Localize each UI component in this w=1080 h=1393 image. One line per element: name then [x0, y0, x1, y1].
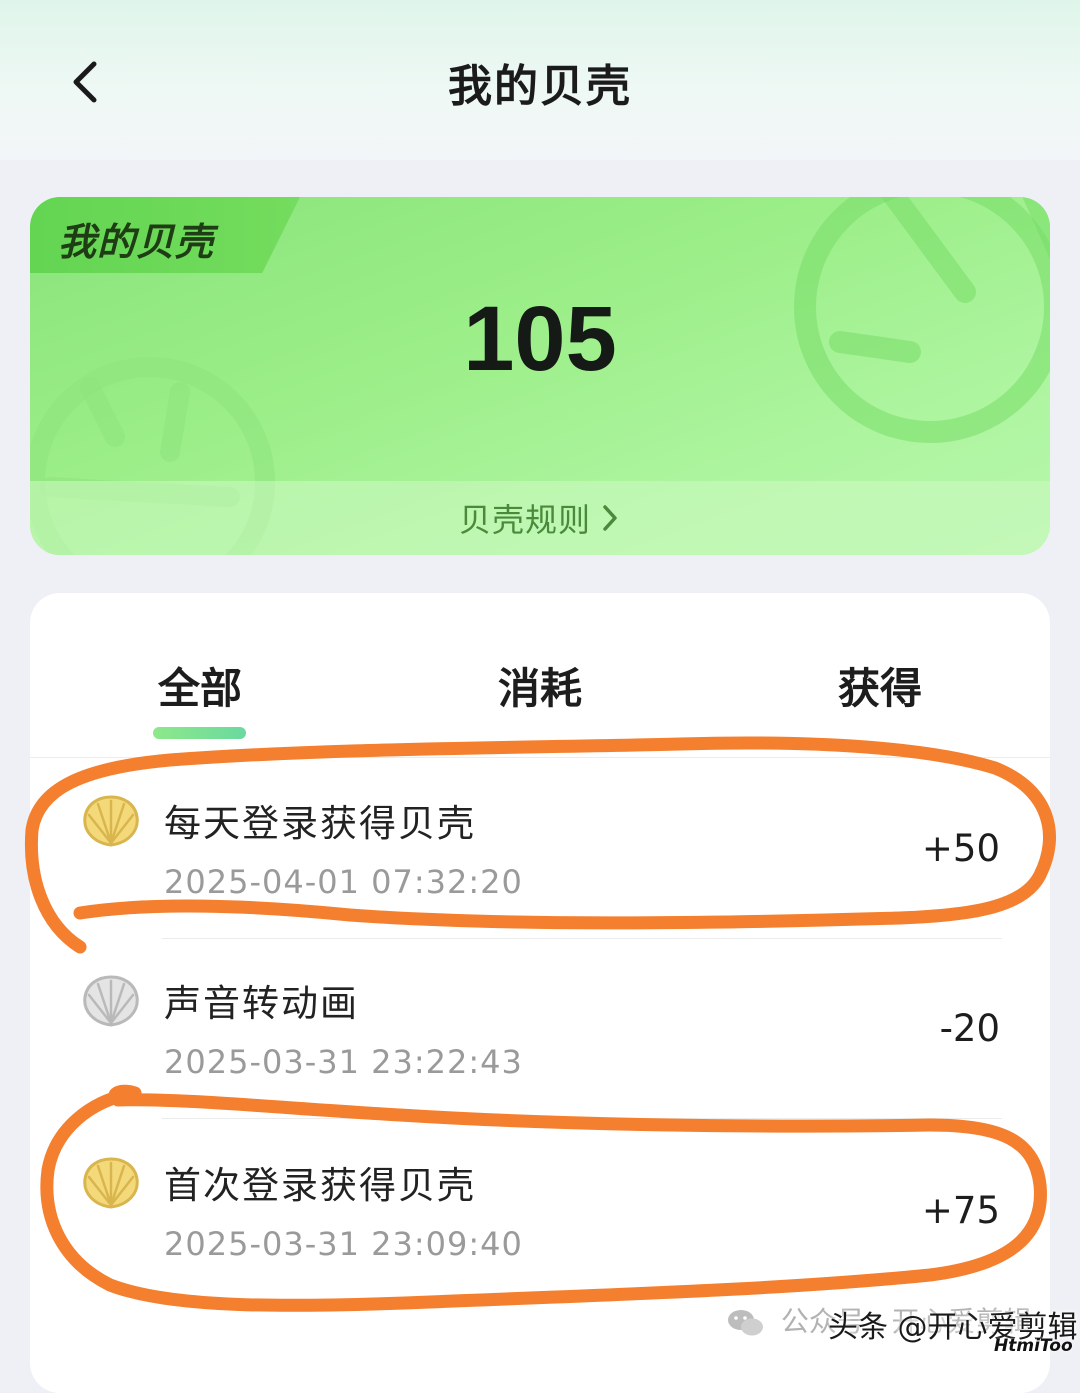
balance-value: 105 [463, 288, 617, 390]
record-title: 首次登录获得贝壳 [164, 1164, 476, 1207]
record-title: 声音转动画 [164, 982, 359, 1025]
record-time: 2025-04-01 07:32:20 [164, 863, 523, 901]
tab-bar: 全部 消耗 获得 [30, 593, 1050, 758]
top-bar: 我的贝壳 [0, 0, 1080, 160]
shell-gold-icon [83, 795, 139, 847]
tab-earn[interactable]: 获得 [838, 655, 922, 716]
record-time: 2025-03-31 23:09:40 [164, 1225, 523, 1263]
tab-all[interactable]: 全部 [158, 655, 242, 716]
card-tag-label: 我的贝壳 [58, 220, 215, 264]
shell-gray-icon [83, 975, 139, 1027]
wechat-icon [728, 1310, 763, 1336]
list-item[interactable]: 声音转动画 2025-03-31 23:22:43 -20 [30, 939, 1050, 1119]
list-item[interactable]: 每天登录获得贝壳 2025-04-01 07:32:20 +50 [30, 759, 1050, 939]
active-tab-indicator [153, 727, 246, 739]
record-amount: -20 [939, 1007, 1000, 1050]
tab-spend[interactable]: 消耗 [498, 655, 582, 716]
divider [162, 1118, 1002, 1119]
shell-gold-icon [83, 1157, 139, 1209]
history-panel: 全部 消耗 获得 每天登录获得贝壳 2025-04-01 07:32:20 +5… [30, 593, 1050, 1393]
list-item[interactable]: 首次登录获得贝壳 2025-03-31 23:09:40 +75 [30, 1121, 1050, 1301]
record-time: 2025-03-31 23:22:43 [164, 1043, 523, 1081]
shell-rules-label: 贝壳规则 [458, 501, 591, 539]
shell-rules-link[interactable]: 贝壳规则 [30, 481, 1050, 555]
record-amount: +75 [921, 1189, 1000, 1232]
chevron-right-icon [603, 505, 617, 531]
page-title: 我的贝壳 [448, 61, 632, 112]
record-amount: +50 [921, 827, 1000, 870]
record-title: 每天登录获得贝壳 [164, 802, 476, 845]
watermark-small: HtmiToo [994, 1336, 1073, 1356]
balance-card: 我的贝壳 105 贝壳规则 [30, 197, 1050, 555]
